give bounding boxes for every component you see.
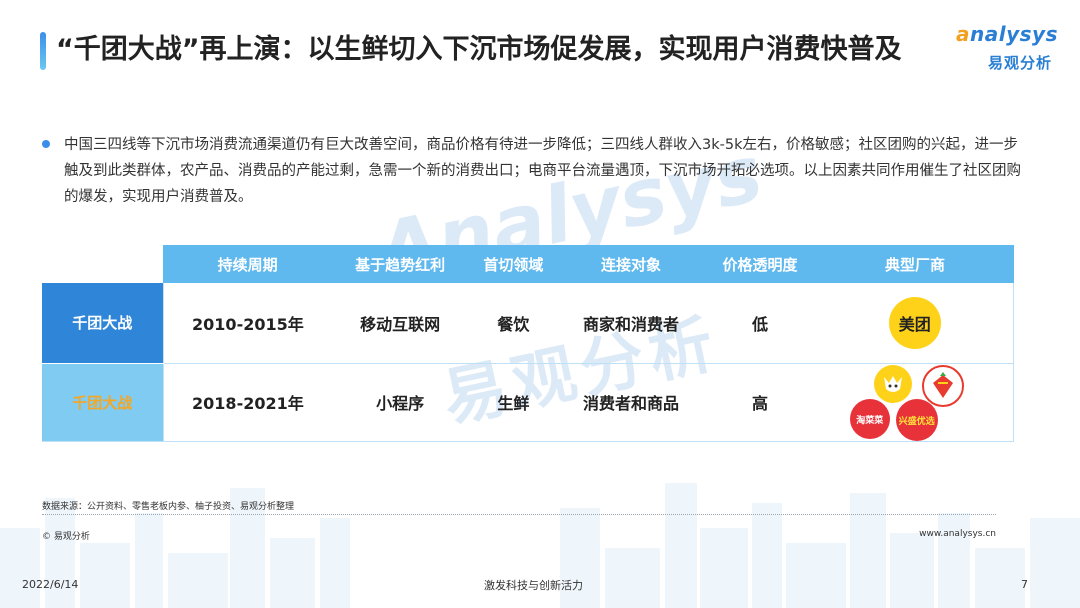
cell-vendors: 淘菜菜 兴盛优选 <box>816 363 1014 442</box>
vendor-logos: 淘菜菜 兴盛优选 <box>849 365 980 441</box>
summary-bullet: 中国三四线等下沉市场消费流通渠道仍有巨大改善空间，商品价格有待进一步降低；三四线… <box>42 132 1032 210</box>
taocaicai-logo: 淘菜菜 <box>849 399 890 439</box>
website-link[interactable]: www.analysys.cn <box>919 529 996 539</box>
cell-trend: 移动互联网 <box>332 283 469 364</box>
cell-connect: 商家和消费者 <box>558 283 704 364</box>
data-source: 数据来源：公开资料、零售老板内参、柚子投资、易观分析整理 <box>42 502 295 512</box>
table-row: 千团大战 2010-2015年 移动互联网 餐饮 商家和消费者 低 美团 <box>42 283 1014 364</box>
meituan-youxuan-logo-icon <box>921 365 964 407</box>
table-header-row: 持续周期 基于趋势红利 首切领域 连接对象 价格透明度 典型厂商 <box>42 245 1014 283</box>
footer-divider <box>42 514 996 515</box>
summary-text: 中国三四线等下沉市场消费流通渠道仍有巨大改善空间，商品价格有待进一步降低；三四线… <box>64 137 1021 205</box>
table-header-trend: 基于趋势红利 <box>332 245 469 283</box>
cell-price: 高 <box>703 363 817 442</box>
analysys-logo: analysys 易观分析 <box>948 22 1058 78</box>
page-title: “千团大战”再上演：以生鲜切入下沉市场促发展，实现用户消费快普及 <box>56 34 902 65</box>
row-label: 千团大战 <box>42 283 163 364</box>
footer-date: 2022/6/14 <box>22 578 79 591</box>
table-row: 千团大战 2018-2021年 小程序 生鲜 消费者和商品 高 淘菜菜 兴盛优选 <box>42 363 1014 442</box>
duoduo-maicai-logo-icon <box>873 365 912 403</box>
table-header-period: 持续周期 <box>163 245 333 283</box>
row-label: 千团大战 <box>42 363 163 442</box>
table-header-connect: 连接对象 <box>558 245 704 283</box>
cell-period: 2010-2015年 <box>162 283 333 364</box>
meituan-logo: 美团 <box>888 296 941 349</box>
bullet-dot-icon <box>42 140 50 148</box>
comparison-table: 持续周期 基于趋势红利 首切领域 连接对象 价格透明度 典型厂商 千团大战 20… <box>42 245 1014 442</box>
table-header-blank <box>42 245 163 283</box>
cell-period: 2018-2021年 <box>162 363 333 442</box>
title-accent-bar <box>40 32 46 70</box>
cell-field: 生鲜 <box>468 363 559 442</box>
copyright: © 易观分析 <box>42 532 90 542</box>
table-header-field: 首切领域 <box>468 245 559 283</box>
footer-slogan: 激发科技与创新活力 <box>484 579 583 592</box>
xingsheng-youxuan-logo: 兴盛优选 <box>895 399 938 441</box>
cell-connect: 消费者和商品 <box>558 363 704 442</box>
logo-wordmark: analysys <box>956 22 1058 46</box>
logo-chinese-name: 易观分析 <box>987 54 1052 72</box>
table-header-vendors: 典型厂商 <box>816 245 1014 283</box>
cell-price: 低 <box>703 283 817 364</box>
cell-field: 餐饮 <box>468 283 559 364</box>
cell-vendors: 美团 <box>816 283 1014 364</box>
cell-trend: 小程序 <box>332 363 469 442</box>
table-header-price: 价格透明度 <box>703 245 817 283</box>
page-number: 7 <box>1021 578 1028 591</box>
